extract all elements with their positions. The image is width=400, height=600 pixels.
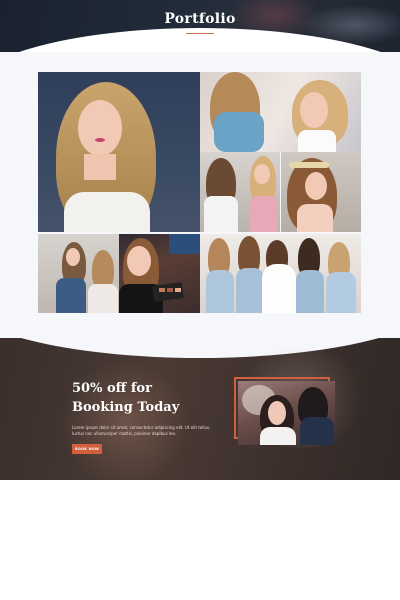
promo-heading: 50% off for Booking Today bbox=[72, 379, 222, 417]
portfolio-gallery bbox=[0, 52, 400, 350]
promo-photo-bride-makeup bbox=[238, 381, 335, 445]
portfolio-photo-bridal-makeup-application[interactable] bbox=[200, 72, 361, 152]
promo-description: Lorem ipsum dolor sit amet, consectetur … bbox=[72, 425, 211, 436]
book-now-button[interactable]: BOOK NOW bbox=[72, 444, 102, 454]
portfolio-photo-blonde-portrait[interactable] bbox=[38, 72, 200, 232]
page-title: Portfolio bbox=[164, 11, 236, 27]
title-divider bbox=[186, 33, 214, 34]
page-footer-space bbox=[0, 480, 400, 600]
portfolio-photo-makeup-artist-client[interactable] bbox=[200, 152, 280, 232]
portfolio-photo-salon-session[interactable] bbox=[38, 234, 119, 313]
promo-heading-line1: 50% off for bbox=[72, 381, 152, 396]
portfolio-photo-braided-updo[interactable] bbox=[281, 152, 361, 232]
portfolio-photo-makeup-palette[interactable] bbox=[119, 234, 200, 313]
promo-heading-line2: Booking Today bbox=[72, 400, 180, 415]
page-header bbox=[0, 0, 400, 56]
portfolio-photo-bridal-party[interactable] bbox=[200, 234, 361, 313]
